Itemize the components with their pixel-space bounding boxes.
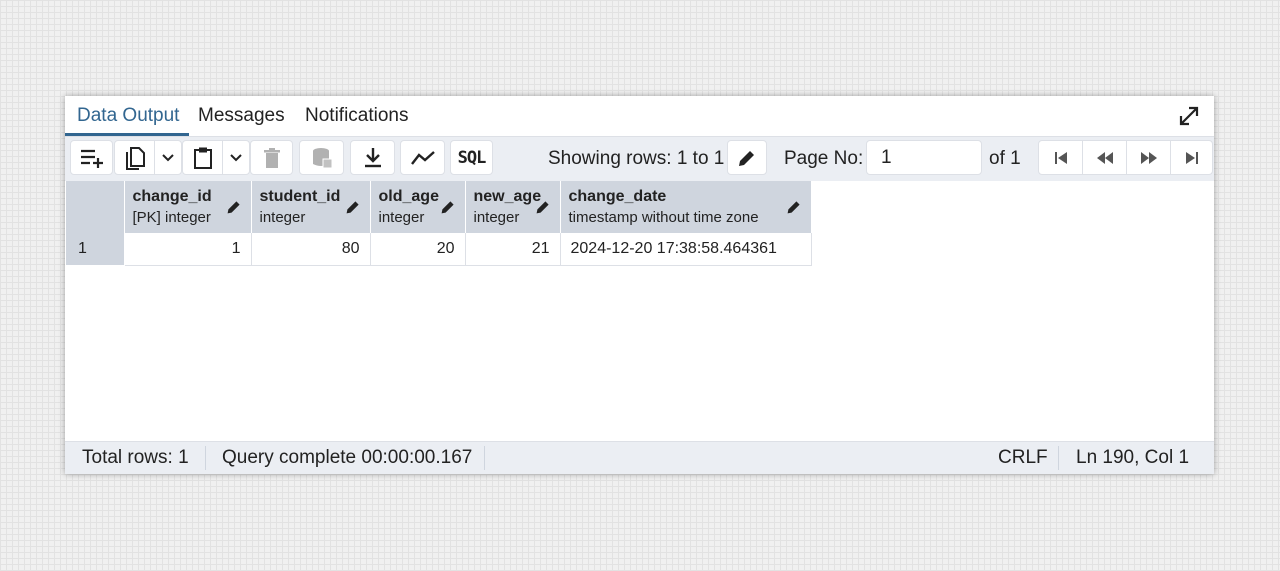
column-type: [PK] integer [132,209,211,226]
table-cell[interactable]: 2024-12-20 17:38:58.464361 [560,233,812,266]
pencil-icon [739,150,754,166]
total-rows-text: Total rows: 1 [82,447,189,468]
copy-group [114,140,182,175]
table-cell[interactable]: 21 [465,233,561,266]
tab-notifications[interactable]: Notifications [305,104,409,135]
tab-data-output[interactable]: Data Output [65,104,190,136]
fast-forward-icon [1140,151,1157,164]
paste-options-button[interactable] [223,141,249,174]
add-row-button[interactable] [70,140,113,175]
column-header[interactable]: new_age integer [465,181,561,233]
pencil-icon [787,201,800,214]
line-chart-icon [410,150,435,165]
column-type: integer [473,209,520,226]
line-ending-text[interactable]: CRLF [998,442,1048,474]
column-header[interactable]: old_age integer [370,181,466,233]
table-cell[interactable]: 80 [251,233,371,266]
pagination-group [1038,140,1213,175]
column-header[interactable]: change_id [PK] integer [124,181,252,233]
column-header[interactable]: change_date timestamp without time zone [560,181,812,233]
sql-label: SQL [457,147,487,168]
last-page-icon [1185,151,1198,164]
next-page-button[interactable] [1127,141,1171,174]
edit-rows-button[interactable] [727,140,767,175]
sql-button[interactable]: SQL [450,140,493,175]
save-data-button[interactable] [299,140,344,175]
cursor-position-text: Ln 190, Col 1 [1076,447,1190,468]
toolbar: SQL Showing rows: 1 to 1 Page No: of 1 [65,137,1214,181]
download-icon [364,147,381,167]
table-cell[interactable]: 1 [124,233,252,266]
table-row[interactable]: 1 1 80 20 21 2024-12-20 17:38:58.464361 [66,233,812,266]
pencil-icon [536,201,549,214]
query-status-text: Query complete 00:00:00.167 [222,447,473,468]
data-grid: change_id [PK] integer student_id intege… [66,181,812,266]
tab-messages[interactable]: Messages [198,104,285,135]
column-name: student_id [259,188,341,205]
status-divider [205,446,206,470]
rewind-icon [1096,151,1113,164]
first-page-icon [1054,151,1067,164]
first-page-button[interactable] [1039,141,1083,174]
data-output-panel: Data Output Messages Notifications SQL S… [65,96,1214,474]
status-divider [1058,446,1059,470]
pencil-icon [441,201,454,214]
row-number[interactable]: 1 [66,233,125,265]
table-cell[interactable]: 20 [370,233,466,266]
graph-visualiser-button[interactable] [400,140,445,175]
column-name: change_id [132,188,212,205]
column-type: integer [259,209,306,226]
paste-group [182,140,250,175]
add-row-icon [80,149,103,168]
select-all-corner[interactable] [66,181,125,233]
copy-icon [125,146,145,170]
trash-icon [263,147,280,168]
showing-rows-text: Showing rows: 1 to 1 [548,148,725,169]
chevron-down-icon [162,153,174,161]
copy-options-button[interactable] [155,141,181,174]
tab-bar: Data Output Messages Notifications [65,96,1214,137]
grid-header-row: change_id [PK] integer student_id intege… [66,181,812,233]
pencil-icon [227,201,240,214]
last-page-button[interactable] [1171,141,1212,174]
pencil-icon [346,201,359,214]
status-bar: Total rows: 1 Query complete 00:00:00.16… [65,441,1214,474]
copy-button[interactable] [115,141,155,174]
page-no-label: Page No: [784,148,864,169]
column-name: old_age [378,188,439,205]
previous-page-button[interactable] [1083,141,1127,174]
expand-icon[interactable] [1178,105,1200,127]
column-type: integer [378,209,425,226]
column-name: change_date [568,188,667,205]
database-save-icon [312,147,332,168]
column-header[interactable]: student_id integer [251,181,371,233]
download-button[interactable] [350,140,395,175]
column-name: new_age [473,188,542,205]
page-count-text: of 1 [989,148,1021,169]
page-number-input[interactable] [866,140,982,175]
column-type: timestamp without time zone [568,209,759,226]
chevron-down-icon [230,153,242,161]
clipboard-icon [193,147,212,169]
paste-button[interactable] [183,141,223,174]
delete-row-button[interactable] [250,140,293,175]
status-divider [484,446,485,470]
